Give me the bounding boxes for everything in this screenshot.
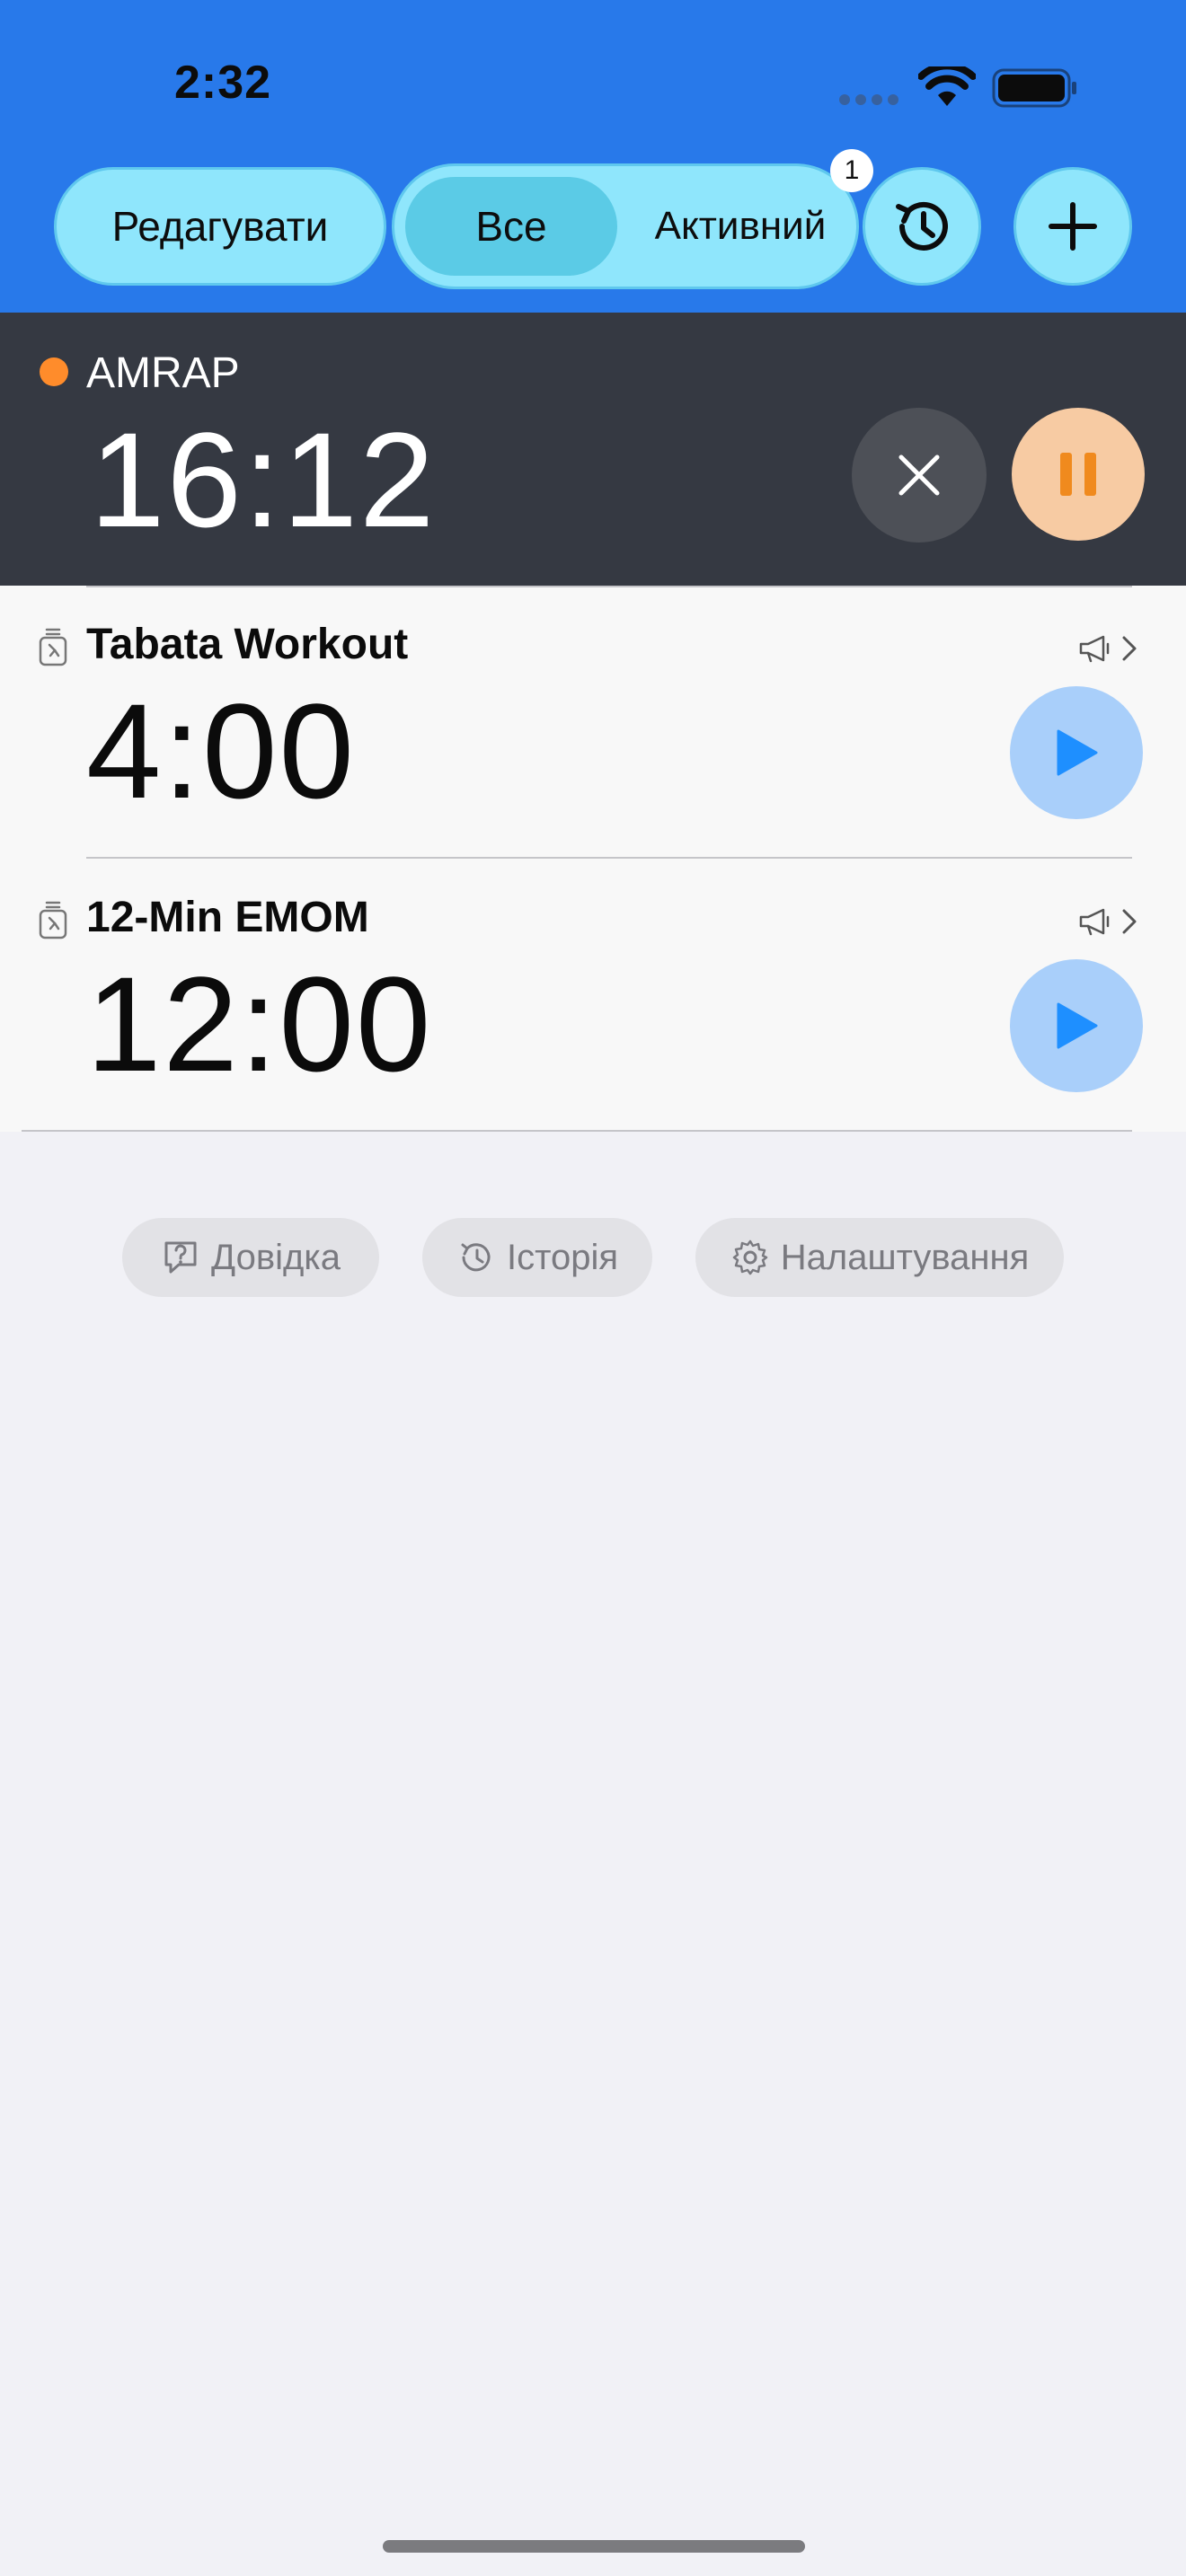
timer-row-tabata[interactable]: Tabata Workout 4:00: [0, 587, 1186, 860]
running-indicator: [40, 357, 68, 386]
help-label: Довідка: [211, 1237, 341, 1277]
active-timer-row[interactable]: AMRAP 16:12: [0, 313, 1186, 586]
add-timer-button[interactable]: [1013, 167, 1132, 286]
gear-icon: [732, 1239, 768, 1275]
active-timer-time: 16:12: [90, 404, 437, 555]
active-count-badge: 1: [830, 149, 873, 192]
timer-duration: 4:00: [86, 675, 356, 826]
start-timer-button[interactable]: [1010, 686, 1143, 819]
history-button[interactable]: [863, 167, 981, 286]
timer-detail-accessory[interactable]: [1078, 634, 1137, 663]
timer-duration: 12:00: [86, 948, 433, 1099]
megaphone-icon: [1079, 635, 1110, 663]
edit-button[interactable]: Редагувати: [54, 167, 386, 286]
signal-dots-icon: [839, 93, 904, 110]
help-bubble-icon: [164, 1241, 197, 1274]
megaphone-icon: [1079, 908, 1110, 936]
settings-button[interactable]: Налаштування: [695, 1218, 1064, 1297]
timer-name: 12-Min EMOM: [86, 894, 369, 941]
chevron-right-icon: [1122, 636, 1137, 661]
header: 2:32 Редагувати Все Активний 1: [0, 0, 1186, 313]
clock-history-icon: [461, 1243, 491, 1272]
history-link-button[interactable]: Історія: [422, 1218, 652, 1297]
status-time: 2:32: [174, 57, 272, 109]
battery-icon: [992, 68, 1076, 108]
clock-history-icon: [896, 201, 948, 251]
stopwatch-icon: [39, 628, 67, 666]
plus-icon: [1049, 202, 1097, 251]
active-timer-name: AMRAP: [86, 349, 240, 397]
cancel-timer-button[interactable]: [852, 408, 987, 543]
timer-detail-accessory[interactable]: [1078, 907, 1137, 936]
timer-row-emom[interactable]: 12-Min EMOM 12:00: [0, 860, 1186, 1134]
wifi-icon: [918, 66, 976, 106]
play-icon: [1057, 729, 1098, 776]
chevron-right-icon: [1122, 909, 1137, 934]
segment-all[interactable]: Все: [405, 177, 617, 276]
segment-active[interactable]: Активний: [628, 177, 853, 276]
footer-actions: Довідка Історія Налаштування: [0, 1218, 1186, 1297]
divider: [86, 857, 1132, 859]
history-label: Історія: [506, 1237, 619, 1277]
pause-icon: [1060, 453, 1096, 496]
home-indicator: [383, 2540, 805, 2553]
timer-list: Tabata Workout 4:00 12-Min EMOM 12:00: [0, 586, 1186, 1132]
filter-segmented-control: Все Активний: [392, 163, 859, 289]
close-icon: [898, 454, 940, 496]
divider: [22, 1130, 1132, 1132]
help-button[interactable]: Довідка: [122, 1218, 379, 1297]
settings-label: Налаштування: [780, 1237, 1030, 1277]
timer-name: Tabata Workout: [86, 621, 409, 668]
pause-timer-button[interactable]: [1012, 408, 1145, 541]
stopwatch-icon: [39, 901, 67, 940]
play-icon: [1057, 1002, 1098, 1049]
start-timer-button[interactable]: [1010, 959, 1143, 1092]
